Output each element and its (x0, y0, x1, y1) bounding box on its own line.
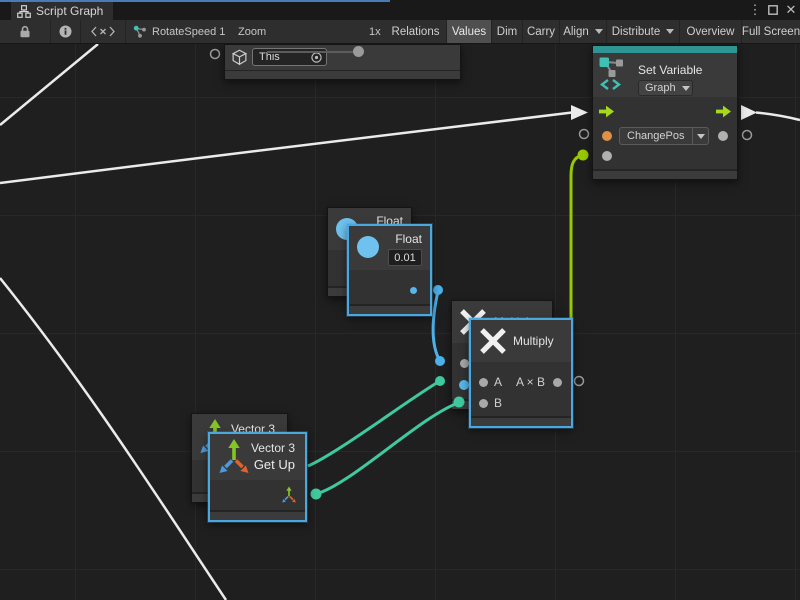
title-tab-bar: Script Graph ⋮ ✕ (0, 0, 800, 20)
gameobject-cube-icon (231, 49, 248, 66)
node-title: Multiply (513, 334, 554, 348)
float-type-icon (357, 236, 379, 258)
this-event-node[interactable]: This (224, 44, 461, 80)
vector3-get-up-node[interactable]: Vector 3 Get Up (208, 432, 307, 522)
input-port-b[interactable] (479, 399, 488, 408)
relations-button[interactable]: Relations (385, 20, 447, 43)
tab-title: Script Graph (36, 4, 103, 18)
node-body: A A × B B (471, 362, 571, 416)
chevron-down-icon (697, 134, 705, 139)
window-maximize-icon[interactable] (764, 0, 782, 20)
unconnected-port[interactable] (743, 131, 752, 140)
node-subtitle: Get Up (254, 457, 295, 472)
chevron-down-icon (595, 29, 603, 34)
graph-asset-name: RotateSpeed 1 (152, 26, 225, 38)
info-button[interactable] (51, 20, 81, 43)
node-header: Multiply (471, 320, 571, 362)
node-body (210, 480, 305, 510)
variable-kind-dropdown[interactable]: Graph (638, 80, 693, 96)
node-header: Vector 3 Get Up (210, 434, 305, 480)
value-input-port[interactable] (602, 151, 612, 161)
lock-icon (19, 25, 31, 38)
node-header: Float 0.01 (349, 226, 430, 270)
overview-button[interactable]: Overview (680, 20, 742, 43)
flow-arrowhead-in (571, 105, 588, 120)
graph-hierarchy-icon (17, 5, 31, 18)
unconnected-port[interactable] (211, 50, 220, 59)
distribute-dropdown-button[interactable]: Distribute (607, 20, 680, 43)
input-port-a[interactable] (479, 378, 488, 387)
align-dropdown-button[interactable]: Align (560, 20, 607, 43)
info-icon (59, 25, 72, 38)
chevron-down-icon (666, 29, 674, 34)
zoom-slider[interactable] (267, 51, 363, 53)
code-preview-button[interactable] (81, 20, 126, 43)
set-variable-node[interactable]: Set Variable Graph ChangePos (592, 45, 738, 180)
wire-bead (433, 285, 443, 295)
flow-out-port[interactable] (716, 105, 731, 118)
output-port[interactable] (553, 378, 562, 387)
node-footer (349, 306, 430, 314)
vector3-output-port[interactable] (281, 486, 297, 504)
node-header: This (225, 45, 460, 70)
value-output-port[interactable] (718, 131, 728, 141)
float-value-field[interactable]: 0.01 (388, 249, 422, 266)
node-footer (210, 512, 305, 520)
value-wire-multiply-to-setvariable[interactable] (571, 155, 583, 318)
zoom-value: 1x (369, 26, 381, 38)
set-variable-icon (599, 56, 629, 92)
value-wire-float-to-multiply[interactable] (433, 291, 440, 361)
node-title: Vector 3 (251, 441, 295, 455)
variable-color-bar (593, 46, 737, 53)
variable-input-port[interactable] (602, 131, 612, 141)
node-body: ChangePos (593, 97, 737, 169)
multiply-x-icon (479, 327, 507, 355)
node-footer (593, 171, 737, 179)
script-graph-asset-icon (133, 25, 147, 39)
wire-bead (435, 356, 445, 366)
flow-wire-offscreen[interactable] (0, 44, 98, 125)
unity-script-graph-window: { "tab": { "title": "Script Graph" }, "t… (0, 0, 800, 600)
node-footer (225, 71, 460, 79)
node-footer (471, 418, 571, 426)
flow-wire-from-set-variable[interactable] (756, 113, 800, 121)
dim-button[interactable]: Dim (492, 20, 523, 43)
float-output-port[interactable] (410, 287, 417, 294)
wire-bead (454, 397, 465, 408)
zoom-label: Zoom (238, 26, 266, 38)
node-title: Set Variable (638, 63, 702, 77)
wire-bead (311, 489, 322, 500)
flow-wire-diagonal[interactable] (0, 278, 226, 600)
flow-arrowhead-out (741, 105, 757, 120)
lock-button[interactable] (0, 20, 51, 43)
window-close-icon[interactable]: ✕ (782, 0, 800, 20)
carry-button[interactable]: Carry (523, 20, 560, 43)
float-node[interactable]: Float 0.01 (347, 224, 432, 316)
vector3-icon (217, 438, 251, 476)
values-button[interactable]: Values (447, 20, 492, 43)
multiply-node[interactable]: Multiply A A × B B (469, 318, 573, 428)
graph-toolbar: RotateSpeed 1 Zoom 1x Relations Values D… (0, 20, 800, 44)
fullscreen-button[interactable]: Full Screen (742, 20, 800, 43)
variable-name-dropdown[interactable]: ChangePos (619, 127, 709, 145)
wire-bead (578, 150, 589, 161)
graph-canvas[interactable]: This Set Variable (0, 44, 800, 600)
unconnected-port[interactable] (580, 130, 589, 139)
flow-wire-to-set-variable[interactable] (0, 113, 572, 184)
window-menu-icon[interactable]: ⋮ (746, 0, 764, 20)
tab-script-graph[interactable]: Script Graph (11, 2, 113, 20)
flow-in-port[interactable] (599, 105, 614, 118)
node-title: Float (395, 232, 422, 246)
chevron-down-icon (682, 86, 690, 91)
wire-bead (435, 376, 445, 386)
node-body (349, 270, 430, 304)
code-x-icon (91, 26, 115, 37)
zoom-slider-handle[interactable] (353, 46, 364, 57)
unconnected-port[interactable] (575, 377, 584, 386)
node-header: Set Variable Graph (593, 53, 737, 97)
